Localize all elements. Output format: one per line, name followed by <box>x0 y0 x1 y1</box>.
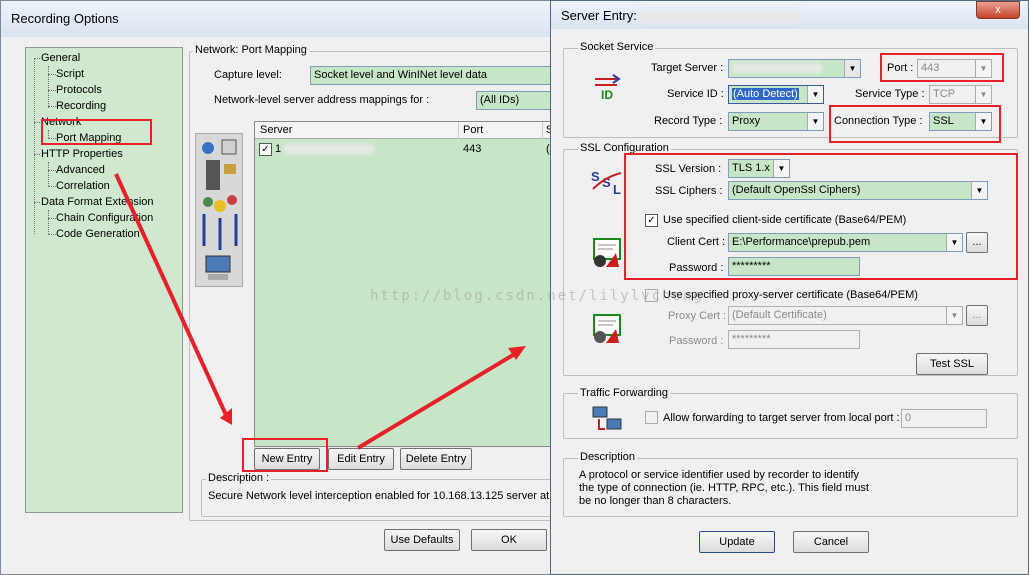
arrow-to-new-entry <box>114 173 228 416</box>
watermark: http://blog.csdn.net/lilylvcheng <box>370 288 704 304</box>
arrow-to-server-entry <box>356 350 520 450</box>
